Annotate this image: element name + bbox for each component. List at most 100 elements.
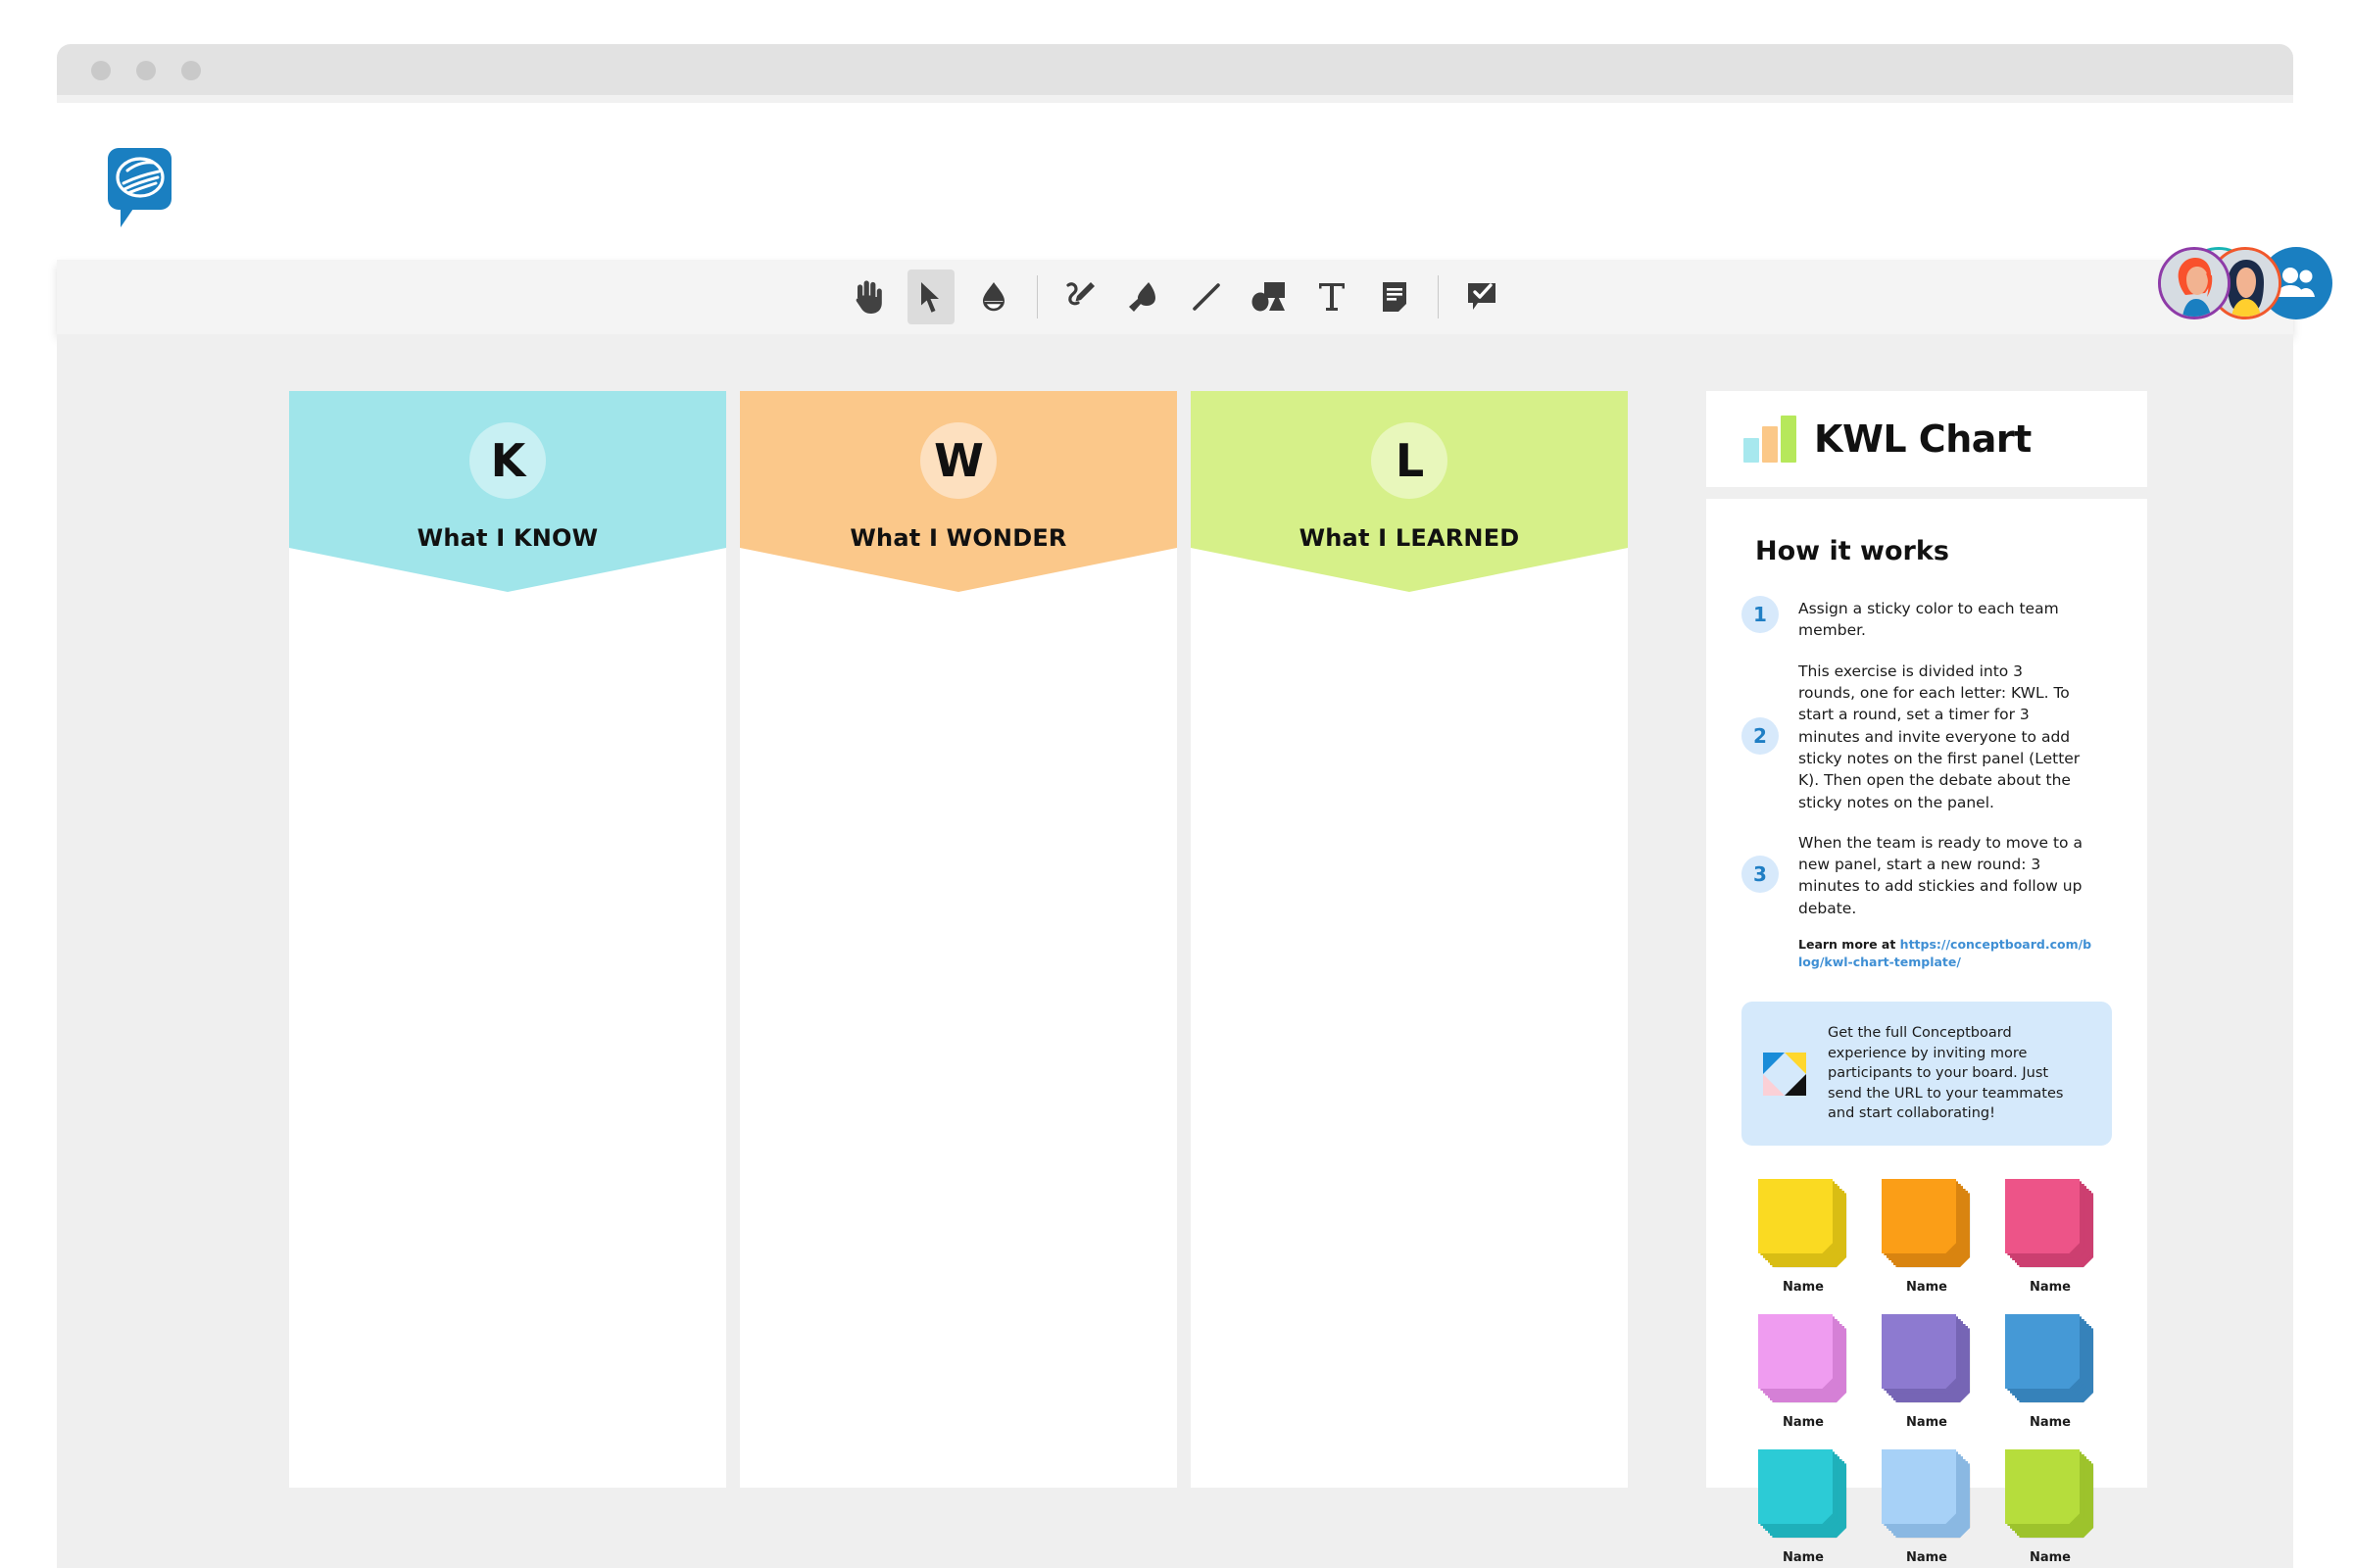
info-panel-body: How it works 1 Assign a sticky color to … [1706, 499, 2147, 1565]
sticky-swatch[interactable]: Name [1745, 1313, 1861, 1430]
promo-box: Get the full Conceptboard experience by … [1741, 1002, 2112, 1146]
conceptboard-diamond-icon [1763, 1052, 1806, 1096]
bar-chart-icon [1743, 416, 1796, 463]
tool-shapes[interactable] [1246, 270, 1293, 324]
kwl-letter-circle-know: K [469, 422, 546, 499]
sticky-name[interactable]: Name [1745, 1415, 1861, 1430]
sticky-stack[interactable] [2005, 1448, 2095, 1540]
marker-icon [1129, 282, 1155, 312]
sticky-sheet [1882, 1313, 1956, 1389]
info-panel-header: KWL Chart [1706, 391, 2147, 487]
sticky-stack[interactable] [1882, 1448, 1972, 1540]
sticky-sheet [1758, 1313, 1833, 1389]
step-text: This exercise is divided into 3 rounds, … [1798, 662, 2081, 811]
step-number: 3 [1741, 856, 1779, 894]
kwl-column-wonder[interactable]: W What I WONDER [740, 391, 1177, 1488]
step-text: When the team is ready to move to a new … [1798, 833, 2083, 917]
window-maximize-dot[interactable] [181, 61, 201, 80]
kwl-column-learned[interactable]: L What I LEARNED [1191, 391, 1628, 1488]
window-chrome-gap [57, 95, 2293, 103]
sticky-stack[interactable] [1758, 1178, 1848, 1269]
kwl-label-learned: What I LEARNED [1299, 524, 1520, 552]
learn-more-prefix: Learn more at [1798, 937, 1900, 953]
sticky-swatch[interactable]: Name [1992, 1448, 2108, 1565]
kwl-column-know[interactable]: K What I KNOW [289, 391, 726, 1488]
step-number: 1 [1741, 596, 1779, 633]
sticky-swatch[interactable]: Name [1992, 1313, 2108, 1430]
sticky-swatch[interactable]: Name [1869, 1448, 1985, 1565]
people-icon [2277, 268, 2315, 297]
window-minimize-dot[interactable] [136, 61, 156, 80]
sticky-sheet [2005, 1448, 2080, 1524]
shapes-icon [1251, 282, 1285, 312]
window-close-dot[interactable] [91, 61, 111, 80]
sticky-color-grid: Name Name Name Name Name Name Name Name … [1741, 1178, 2112, 1565]
kwl-column-know-banner: K What I KNOW [289, 391, 726, 592]
kwl-letter-circle-wonder: W [920, 422, 997, 499]
sticky-name[interactable]: Name [1992, 1550, 2108, 1565]
steps-list: 1 Assign a sticky color to each team mem… [1741, 596, 2112, 919]
sticky-name[interactable]: Name [1745, 1280, 1861, 1295]
sticky-stack[interactable] [1882, 1178, 1972, 1269]
sticky-stack[interactable] [1758, 1448, 1848, 1540]
sticky-name[interactable]: Name [1869, 1550, 1985, 1565]
eraser-icon [983, 282, 1005, 312]
comment-check-icon [1468, 283, 1495, 310]
toolbar-divider-2 [1438, 275, 1439, 318]
sticky-stack[interactable] [1758, 1313, 1848, 1404]
sticky-sheet [1758, 1448, 1833, 1524]
kwl-letter-know: K [490, 434, 526, 487]
sticky-swatch[interactable]: Name [1745, 1448, 1861, 1565]
tool-sticky-note[interactable] [1371, 270, 1418, 324]
sticky-sheet [2005, 1178, 2080, 1253]
pen-icon [1066, 282, 1095, 306]
kwl-column-learned-banner: L What I LEARNED [1191, 391, 1628, 592]
sticky-sheet [1882, 1448, 1956, 1524]
logo-tail [121, 206, 144, 227]
sticky-stack[interactable] [2005, 1313, 2095, 1404]
tool-pen[interactable] [1057, 270, 1104, 324]
tool-select[interactable] [907, 270, 955, 324]
hand-icon [856, 280, 882, 314]
sticky-stack[interactable] [2005, 1178, 2095, 1269]
logo-scribble-icon [116, 157, 165, 198]
sticky-swatch[interactable]: Name [1869, 1178, 1985, 1295]
sticky-swatch[interactable]: Name [1992, 1178, 2108, 1295]
step-item: 1 Assign a sticky color to each team mem… [1741, 596, 2112, 642]
sticky-sheet [2005, 1313, 2080, 1389]
sticky-name[interactable]: Name [1869, 1415, 1985, 1430]
tool-line[interactable] [1183, 270, 1230, 324]
tool-text[interactable] [1308, 270, 1355, 324]
conceptboard-logo[interactable] [108, 148, 172, 227]
sticky-stack[interactable] [1882, 1313, 1972, 1404]
tool-comment[interactable] [1458, 270, 1505, 324]
avatar-user-1[interactable] [2158, 247, 2230, 319]
learn-more-line: Learn more at https://conceptboard.com/b… [1798, 936, 2092, 970]
window-titlebar [57, 44, 2293, 95]
step-number: 2 [1741, 716, 1779, 755]
board-canvas[interactable]: K What I KNOW W What I WONDER L What I L… [57, 334, 2293, 1568]
step-item: 3 When the team is ready to move to a ne… [1741, 830, 2112, 919]
kwl-label-wonder: What I WONDER [850, 524, 1067, 552]
step-text: Assign a sticky color to each team membe… [1798, 600, 2059, 640]
kwl-letter-circle-learned: L [1371, 422, 1447, 499]
tool-eraser[interactable] [970, 270, 1017, 324]
text-icon [1319, 283, 1345, 311]
sticky-swatch[interactable]: Name [1745, 1178, 1861, 1295]
tool-hand[interactable] [845, 270, 892, 324]
tool-marker[interactable] [1120, 270, 1167, 324]
promo-text: Get the full Conceptboard experience by … [1828, 1025, 2064, 1122]
avatar-user-1-illustration [2161, 250, 2228, 317]
how-it-works-text: How it works [1755, 536, 1949, 566]
toolbar-divider-1 [1037, 275, 1038, 318]
kwl-letter-learned: L [1395, 434, 1424, 487]
line-icon [1193, 283, 1220, 311]
sticky-name[interactable]: Name [1992, 1415, 2108, 1430]
sticky-name[interactable]: Name [1869, 1280, 1985, 1295]
toolbar [57, 260, 2293, 334]
sticky-name[interactable]: Name [1745, 1550, 1861, 1565]
app-root: K What I KNOW W What I WONDER L What I L… [0, 0, 2353, 1568]
sticky-sheet [1758, 1178, 1833, 1253]
sticky-name[interactable]: Name [1992, 1280, 2108, 1295]
sticky-swatch[interactable]: Name [1869, 1313, 1985, 1430]
